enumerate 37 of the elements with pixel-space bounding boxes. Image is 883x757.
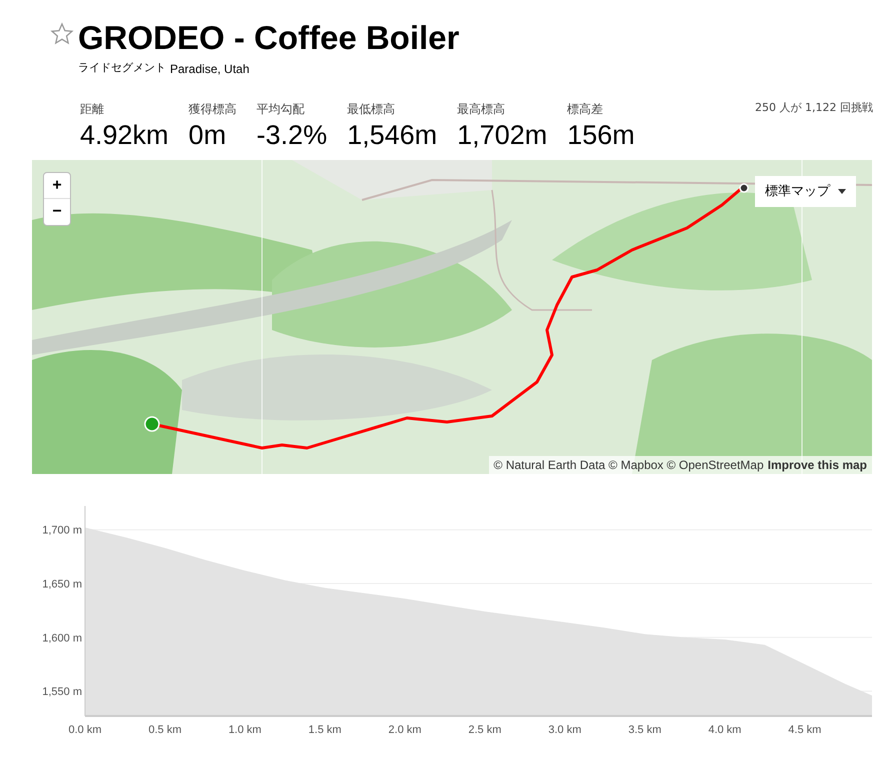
stat-label: 平均勾配: [256, 101, 306, 118]
x-tick-label: 0.0 km: [68, 724, 102, 736]
stat-value: 0m: [188, 119, 228, 152]
stat-value: 1,546m: [347, 119, 438, 152]
zoom-in-button[interactable]: +: [44, 173, 70, 199]
segment-type: ライドセグメント: [78, 60, 166, 76]
stat-value: -3.2%: [256, 119, 328, 152]
segment-title: GRODEO - Coffee Boiler: [78, 20, 460, 56]
x-tick-label: 1.5 km: [308, 724, 342, 736]
improve-map-link[interactable]: Improve this map: [768, 456, 867, 474]
stat-label: 最低標高: [347, 101, 396, 118]
zoom-out-button[interactable]: −: [44, 199, 70, 225]
map-type-dropdown[interactable]: 標準マップ: [755, 176, 856, 207]
stat-label: 距離: [80, 101, 105, 118]
x-tick-label: 2.0 km: [388, 724, 422, 736]
x-tick-label: 4.0 km: [708, 724, 742, 736]
star-icon[interactable]: [50, 22, 74, 46]
stat-value: 156m: [567, 119, 635, 152]
stat-value: 4.92km: [80, 119, 169, 152]
x-tick-label: 2.5 km: [468, 724, 502, 736]
y-tick-label: 1,650 m: [42, 578, 82, 591]
y-tick-label: 1,700 m: [42, 524, 82, 537]
x-tick-label: 0.5 km: [148, 724, 182, 736]
segment-location: Paradise, Utah: [170, 61, 250, 78]
x-tick-label: 3.0 km: [548, 724, 582, 736]
x-tick-label: 4.5 km: [788, 724, 822, 736]
stat-label: 獲得標高: [188, 101, 237, 118]
y-tick-label: 1,550 m: [42, 686, 82, 698]
attribution-text: © Natural Earth Data © Mapbox © OpenStreetMap: [494, 457, 764, 474]
caret-icon: [838, 189, 846, 194]
stat-value: 1,702m: [457, 119, 548, 152]
attempts-count: 250 人が 1,122 回挑戦: [755, 100, 873, 116]
stat-label: 標高差: [567, 101, 604, 118]
y-tick-label: 1,600 m: [42, 632, 82, 644]
x-tick-label: 1.0 km: [228, 724, 262, 736]
stat-label: 最高標高: [457, 101, 506, 118]
x-tick-label: 3.5 km: [628, 724, 662, 736]
